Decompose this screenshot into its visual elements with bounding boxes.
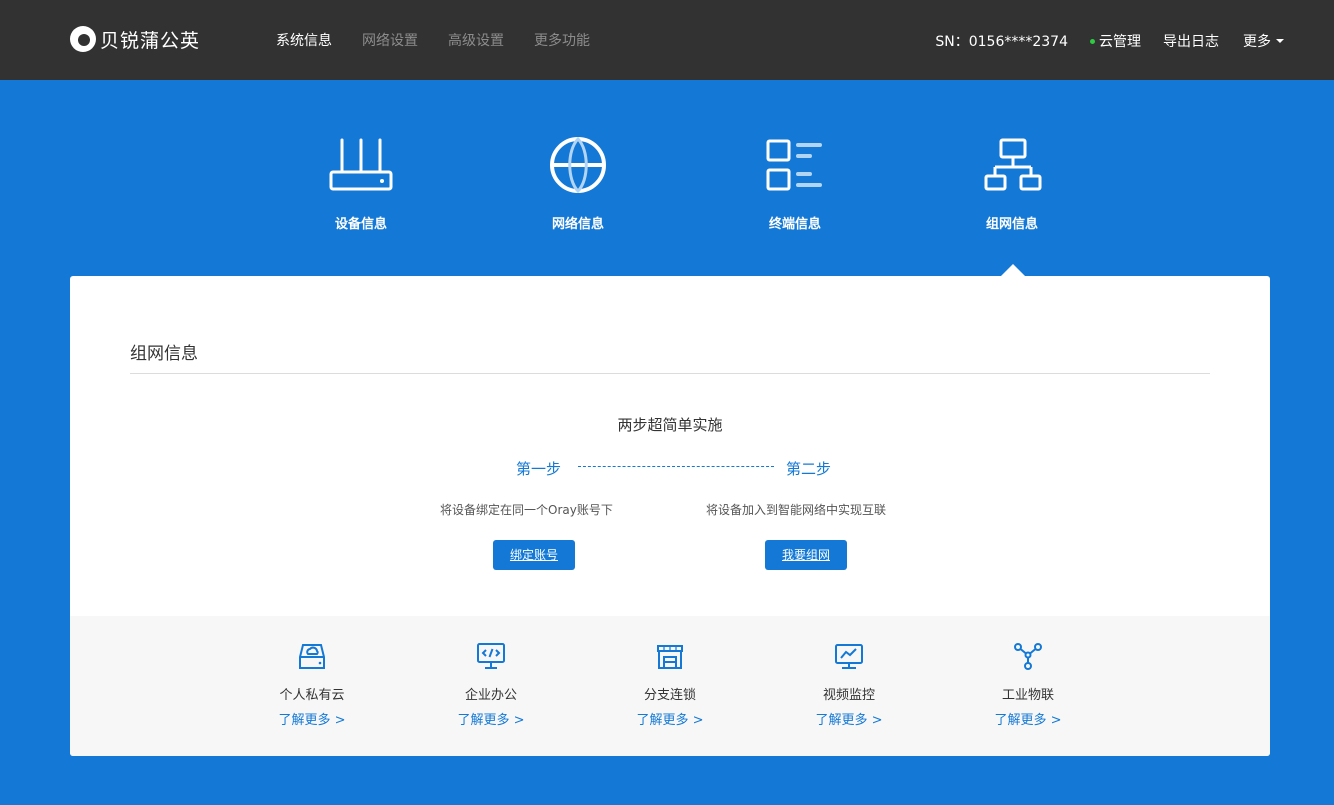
join-network-button[interactable]: 我要组网 <box>765 540 847 570</box>
top-header: 贝锐蒲公英 系统信息 网络设置 高级设置 更多功能 SN：0156****237… <box>0 0 1334 80</box>
category-label: 终端信息 <box>768 217 821 232</box>
feature-industrial-iot: 工业物联 了解更多 > <box>978 640 1078 728</box>
category-label: 网络信息 <box>551 217 604 232</box>
category-terminal-info[interactable]: 终端信息 <box>745 130 845 232</box>
info-categories: 设备信息 网络信息 终端信息 组网信息 <box>0 130 1334 240</box>
category-label: 组网信息 <box>985 217 1038 232</box>
bind-account-button[interactable]: 绑定账号 <box>493 540 575 570</box>
step-two-label: 第二步 <box>786 460 832 478</box>
more-label: 更多 <box>1243 34 1271 50</box>
feature-enterprise-office: 企业办公 了解更多 > <box>441 640 541 728</box>
iot-nodes-icon <box>1014 643 1042 670</box>
more-dropdown[interactable]: 更多 <box>1243 31 1284 51</box>
category-network-info[interactable]: 网络信息 <box>528 130 628 232</box>
step-connector-line <box>578 466 774 467</box>
store-icon <box>657 645 683 669</box>
network-topology-icon <box>984 138 1042 191</box>
export-log-link[interactable]: 导出日志 <box>1163 31 1219 51</box>
caret-down-icon <box>1276 39 1284 43</box>
category-networking-info[interactable]: 组网信息 <box>962 130 1062 232</box>
cloud-drive-icon <box>299 644 325 669</box>
feature-name: 分支连锁 <box>643 688 696 703</box>
cloud-manage-label: 云管理 <box>1099 34 1141 50</box>
code-monitor-icon <box>477 643 505 669</box>
main-nav: 系统信息 网络设置 高级设置 更多功能 <box>276 30 620 50</box>
logo-text: 贝锐蒲公英 <box>100 29 201 52</box>
header-right-nav: SN：0156****2374 云管理 导出日志 更多 <box>935 31 1284 51</box>
globe-icon <box>550 136 606 194</box>
panel-title: 组网信息 <box>130 344 198 364</box>
nav-item-advanced-settings[interactable]: 高级设置 <box>448 30 504 50</box>
feature-personal-cloud: 个人私有云 了解更多 > <box>262 640 362 728</box>
category-label: 设备信息 <box>334 217 387 232</box>
feature-video-surveillance: 视频监控 了解更多 > <box>799 640 899 728</box>
step-one-description: 将设备绑定在同一个Oray账号下 <box>440 503 613 517</box>
feature-name: 视频监控 <box>822 688 875 703</box>
online-status-dot-icon <box>1090 38 1095 44</box>
learn-more-link[interactable]: 了解更多 > <box>799 709 899 728</box>
use-case-strip: 个人私有云 了解更多 > 企业办公 了解更多 > 分支连锁 了解更多 > 视频监… <box>70 616 1270 756</box>
learn-more-link[interactable]: 了解更多 > <box>262 709 362 728</box>
nav-item-system-info[interactable]: 系统信息 <box>276 30 332 50</box>
step-one-label: 第一步 <box>516 460 562 478</box>
category-device-info[interactable]: 设备信息 <box>311 130 411 232</box>
title-divider <box>130 373 1210 374</box>
learn-more-link[interactable]: 了解更多 > <box>441 709 541 728</box>
serial-number: SN：0156****2374 <box>935 34 1068 50</box>
networking-info-panel: 组网信息 两步超简单实施 第一步 第二步 将设备绑定在同一个Oray账号下 将设… <box>70 276 1270 756</box>
monitor-chart-icon <box>835 644 863 669</box>
steps-heading: 两步超简单实施 <box>617 416 723 434</box>
nav-item-more-features[interactable]: 更多功能 <box>534 30 590 50</box>
active-category-pointer <box>1001 264 1025 276</box>
feature-name: 工业物联 <box>1001 688 1054 703</box>
feature-branch-chain: 分支连锁 了解更多 > <box>620 640 720 728</box>
feature-name: 企业办公 <box>464 688 517 703</box>
feature-name: 个人私有云 <box>279 688 345 703</box>
router-icon <box>329 138 393 191</box>
terminal-list-icon <box>766 139 822 191</box>
step-two-description: 将设备加入到智能网络中实现互联 <box>706 503 887 517</box>
learn-more-link[interactable]: 了解更多 > <box>620 709 720 728</box>
cloud-manage-link[interactable]: 云管理 <box>1090 31 1141 51</box>
nav-item-network-settings[interactable]: 网络设置 <box>362 30 418 50</box>
learn-more-link[interactable]: 了解更多 > <box>978 709 1078 728</box>
brand-logo[interactable]: 贝锐蒲公英 <box>70 24 200 54</box>
logo-icon <box>70 26 96 52</box>
